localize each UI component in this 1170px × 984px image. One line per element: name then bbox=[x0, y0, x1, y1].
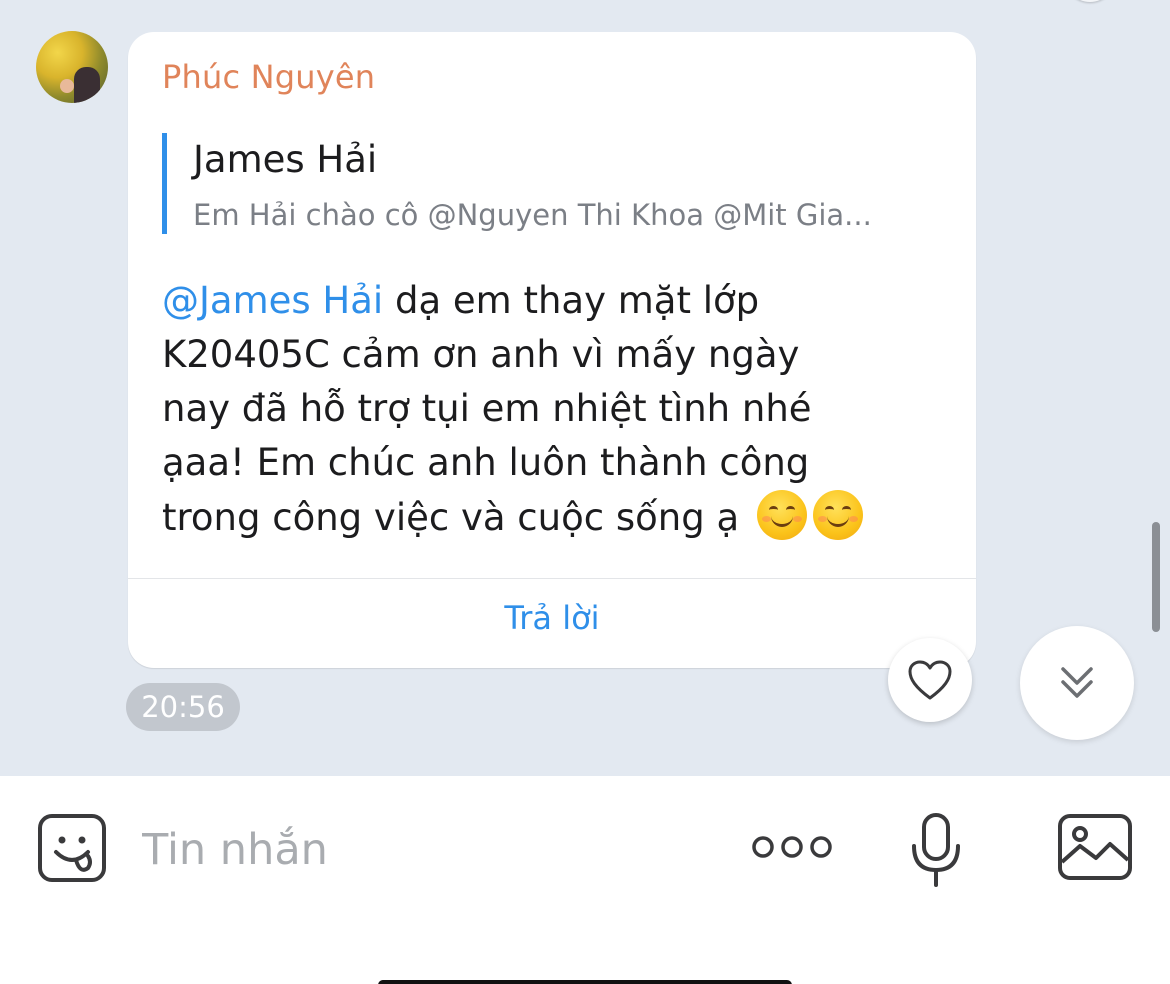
react-heart-button[interactable] bbox=[888, 638, 972, 722]
smiling-face-icon bbox=[756, 490, 807, 540]
sender-name[interactable]: Phúc Nguyên bbox=[162, 58, 375, 96]
message-line-3: nay đã hỗ trợ tụi em nhiệt tình nhé bbox=[162, 387, 812, 430]
message-line-4: ạaa! Em chúc anh luôn thành công bbox=[162, 441, 810, 484]
more-options-button[interactable] bbox=[750, 832, 834, 862]
quoted-sender-name: James Hải bbox=[193, 138, 378, 181]
quoted-text: Em Hải chào cô @Nguyen Thi Khoa @Mit Gia… bbox=[193, 198, 872, 232]
sticker-button[interactable] bbox=[36, 812, 108, 884]
smiling-face-icon bbox=[812, 490, 863, 540]
avatar-figure bbox=[74, 67, 100, 103]
scroll-to-bottom-button[interactable] bbox=[1020, 626, 1134, 740]
sticker-face-icon bbox=[38, 814, 106, 882]
image-icon bbox=[1058, 814, 1132, 880]
mention-link[interactable]: @James Hải bbox=[162, 279, 383, 322]
chat-area[interactable]: Phúc Nguyên James Hải Em Hải chào cô @Ng… bbox=[0, 0, 1170, 776]
message-input[interactable] bbox=[142, 818, 702, 882]
scrollbar[interactable] bbox=[1152, 522, 1160, 632]
avatar[interactable] bbox=[36, 31, 108, 103]
bubble-divider bbox=[128, 578, 976, 579]
heart-icon bbox=[908, 660, 952, 700]
attach-image-button[interactable] bbox=[1056, 812, 1134, 882]
reply-button[interactable]: Trả lời bbox=[128, 599, 976, 637]
message-time: 20:56 bbox=[126, 683, 240, 731]
message-bubble[interactable]: Phúc Nguyên James Hải Em Hải chào cô @Ng… bbox=[128, 32, 976, 668]
quoted-message[interactable]: James Hải Em Hải chào cô @Nguyen Thi Kho… bbox=[162, 133, 932, 234]
message-line-2: K20405C cảm ơn anh vì mấy ngày bbox=[162, 333, 800, 376]
message-line-1: dạ em thay mặt lớp bbox=[383, 279, 760, 322]
chevron-double-down-icon bbox=[1061, 667, 1093, 698]
avatar-face bbox=[60, 79, 74, 93]
message-line-5: trong công việc và cuộc sống ạ bbox=[162, 496, 740, 539]
microphone-icon bbox=[912, 813, 960, 887]
voice-record-button[interactable] bbox=[910, 812, 962, 888]
previous-reaction-button[interactable] bbox=[1064, 0, 1116, 2]
message-text: @James Hải dạ em thay mặt lớp K20405C cả… bbox=[162, 274, 952, 545]
more-options-icon bbox=[752, 836, 832, 858]
home-indicator[interactable] bbox=[378, 980, 792, 984]
